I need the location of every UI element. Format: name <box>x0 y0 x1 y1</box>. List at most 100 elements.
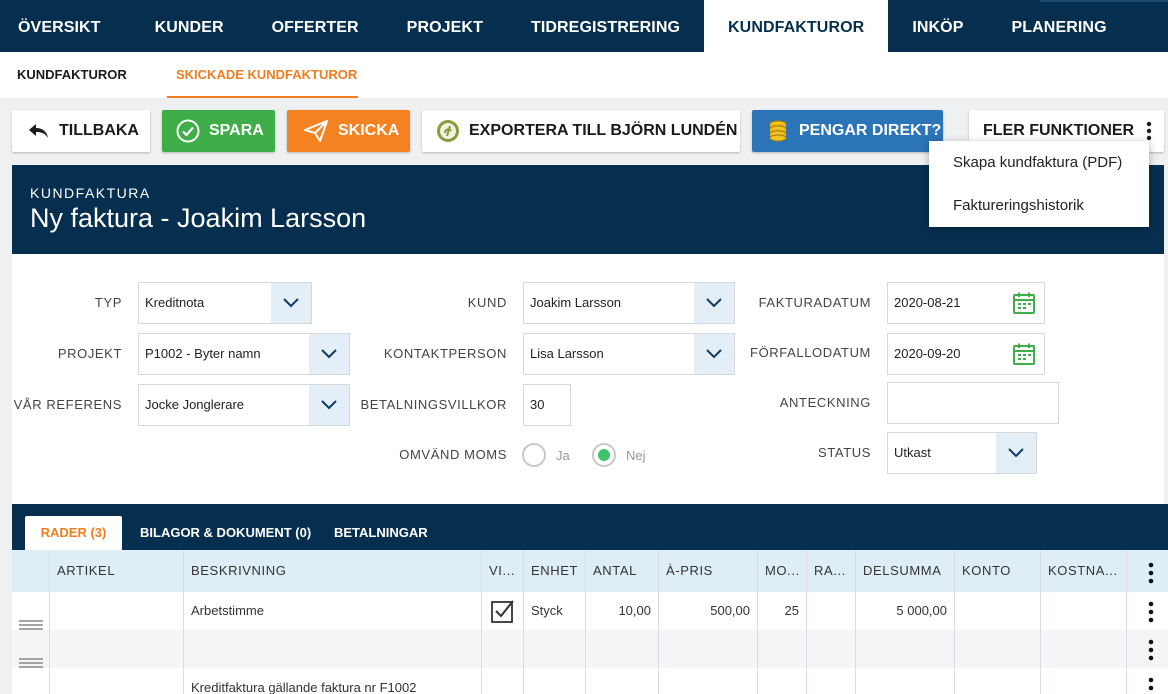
more-vertical-icon[interactable] <box>1148 600 1154 630</box>
typ-select[interactable]: Kreditnota <box>138 282 312 324</box>
cell-rabatt[interactable] <box>807 668 856 694</box>
cell-konto[interactable] <box>955 592 1041 630</box>
status-select[interactable]: Utkast <box>887 432 1037 474</box>
cell-enhet[interactable] <box>524 630 586 668</box>
cell-antal[interactable] <box>586 630 659 668</box>
calendar-icon[interactable] <box>1012 291 1036 331</box>
column-header-antal[interactable]: ANTAL <box>586 550 659 592</box>
column-header-konto[interactable]: KONTO <box>955 550 1041 592</box>
money-direct-button[interactable]: PENGAR DIREKT? <box>752 110 943 152</box>
column-header-delsumma[interactable]: DELSUMMA <box>856 550 955 592</box>
cell-rabatt[interactable] <box>807 592 856 630</box>
cell-konto[interactable] <box>955 630 1041 668</box>
fakturadatum-input[interactable]: 2020-08-21 <box>887 282 1045 324</box>
more-vertical-icon[interactable] <box>1148 676 1154 694</box>
cell-apris[interactable]: 500,00 <box>659 592 758 630</box>
var-referens-select[interactable]: Jocke Jonglerare <box>138 384 350 426</box>
column-header-visa[interactable]: VI... <box>482 550 524 592</box>
cell-apris[interactable] <box>659 668 758 694</box>
more-functions-label: FLER FUNKTIONER <box>983 122 1135 139</box>
cell-kostnad[interactable] <box>1041 668 1127 694</box>
cell-moms[interactable] <box>758 668 807 694</box>
omvand-moms-ja-radio[interactable]: Ja <box>522 443 570 467</box>
cell-beskrivning[interactable] <box>184 630 482 668</box>
column-header-enhet[interactable]: ENHET <box>524 550 586 592</box>
invoice-tabs: RADER (3) BILAGOR & DOKUMENT (0) BETALNI… <box>12 504 1168 550</box>
nav-item-offerter[interactable]: OFFERTER <box>248 0 383 52</box>
cell-antal[interactable]: 10,00 <box>586 592 659 630</box>
export-button[interactable]: EXPORTERA TILL BJÖRN LUNDÉN <box>422 110 740 152</box>
column-header-actions[interactable] <box>1127 550 1168 592</box>
more-vertical-icon[interactable] <box>1148 559 1154 592</box>
cell-visa[interactable] <box>482 668 524 694</box>
tab-bilagor[interactable]: BILAGOR & DOKUMENT (0) <box>140 516 311 550</box>
cell-artikel[interactable] <box>50 668 184 694</box>
cell-beskrivning[interactable]: Kreditfaktura gällande faktura nr F1002 <box>184 668 482 694</box>
tab-rader[interactable]: RADER (3) <box>25 516 122 550</box>
more-vertical-icon[interactable] <box>1148 638 1154 668</box>
cell-visa[interactable] <box>482 592 524 630</box>
nav-item-tidregistrering[interactable]: TIDREGISTRERING <box>507 0 704 52</box>
checkbox-checked-icon[interactable] <box>491 599 515 630</box>
column-header-apris[interactable]: À-PRIS <box>659 550 758 592</box>
drag-handle[interactable] <box>12 592 50 630</box>
betalningsvillkor-input[interactable]: 30 <box>523 384 571 426</box>
check-circle-icon <box>176 119 200 143</box>
nav-item-planering[interactable]: PLANERING <box>988 0 1131 52</box>
nav-item-oversikt[interactable]: ÖVERSIKT <box>0 0 131 52</box>
nav-item-kunder[interactable]: KUNDER <box>131 0 248 52</box>
forfallodatum-input[interactable]: 2020-09-20 <box>887 333 1045 375</box>
row-actions[interactable] <box>1127 592 1168 630</box>
row-actions[interactable] <box>1127 630 1168 668</box>
drag-handle[interactable] <box>12 668 50 694</box>
radio-checked-icon <box>592 443 616 467</box>
send-button[interactable]: SKICKA <box>287 110 410 152</box>
cell-visa[interactable] <box>482 630 524 668</box>
subnav-item-skickade[interactable]: SKICKADE KUNDFAKTUROR <box>176 52 357 98</box>
save-button[interactable]: SPARA <box>162 110 275 152</box>
cell-apris[interactable] <box>659 630 758 668</box>
cell-kostnad[interactable] <box>1041 592 1127 630</box>
cell-rabatt[interactable] <box>807 630 856 668</box>
kontaktperson-select[interactable]: Lisa Larsson <box>523 333 735 375</box>
cell-delsumma <box>856 630 955 668</box>
cell-enhet[interactable] <box>524 668 586 694</box>
column-header-rabatt[interactable]: RA... <box>807 550 856 592</box>
chevron-down-icon <box>309 385 349 425</box>
subnav-item-kundfakturor[interactable]: KUNDFAKTUROR <box>17 52 127 98</box>
cell-moms[interactable]: 25 <box>758 592 807 630</box>
menu-item-invoice-history[interactable]: Faktureringshistorik <box>929 184 1149 227</box>
nav-item-inkop[interactable]: INKÖP <box>888 0 987 52</box>
cell-beskrivning[interactable]: Arbetstimme <box>184 592 482 630</box>
chevron-down-icon <box>271 283 311 323</box>
kund-select[interactable]: Joakim Larsson <box>523 282 735 324</box>
kontaktperson-value: Lisa Larsson <box>530 346 604 361</box>
cell-konto[interactable] <box>955 668 1041 694</box>
tab-betalningar[interactable]: BETALNINGAR <box>334 516 428 550</box>
column-header-artikel[interactable]: ARTIKEL <box>50 550 184 592</box>
cell-moms[interactable] <box>758 630 807 668</box>
cell-enhet[interactable]: Styck <box>524 592 586 630</box>
omvand-moms-nej-radio[interactable]: Nej <box>592 443 646 467</box>
anteckning-input[interactable] <box>887 382 1059 424</box>
column-header-beskrivning[interactable]: BESKRIVNING <box>184 550 482 592</box>
cell-kostnad[interactable] <box>1041 630 1127 668</box>
export-button-label: EXPORTERA TILL BJÖRN LUNDÉN <box>469 122 738 139</box>
row-actions[interactable] <box>1127 668 1168 694</box>
column-header-kostnad[interactable]: KOSTNA... <box>1041 550 1127 592</box>
cell-artikel[interactable] <box>50 592 184 630</box>
status-value: Utkast <box>894 445 931 460</box>
drag-handle[interactable] <box>12 630 50 668</box>
nav-item-kundfakturor[interactable]: KUNDFAKTUROR <box>704 0 889 52</box>
nav-item-projekt[interactable]: PROJEKT <box>383 0 507 52</box>
cell-artikel[interactable] <box>50 630 184 668</box>
cell-antal[interactable] <box>586 668 659 694</box>
menu-item-create-pdf[interactable]: Skapa kundfaktura (PDF) <box>929 141 1149 184</box>
calendar-icon[interactable] <box>1012 342 1036 382</box>
back-button[interactable]: TILLBAKA <box>12 110 150 152</box>
drag-handle-icon <box>19 645 43 668</box>
coins-icon <box>766 119 790 143</box>
page-title: Ny faktura - Joakim Larsson <box>30 203 367 233</box>
column-header-moms[interactable]: MO... <box>758 550 807 592</box>
projekt-select[interactable]: P1002 - Byter namn <box>138 333 350 375</box>
